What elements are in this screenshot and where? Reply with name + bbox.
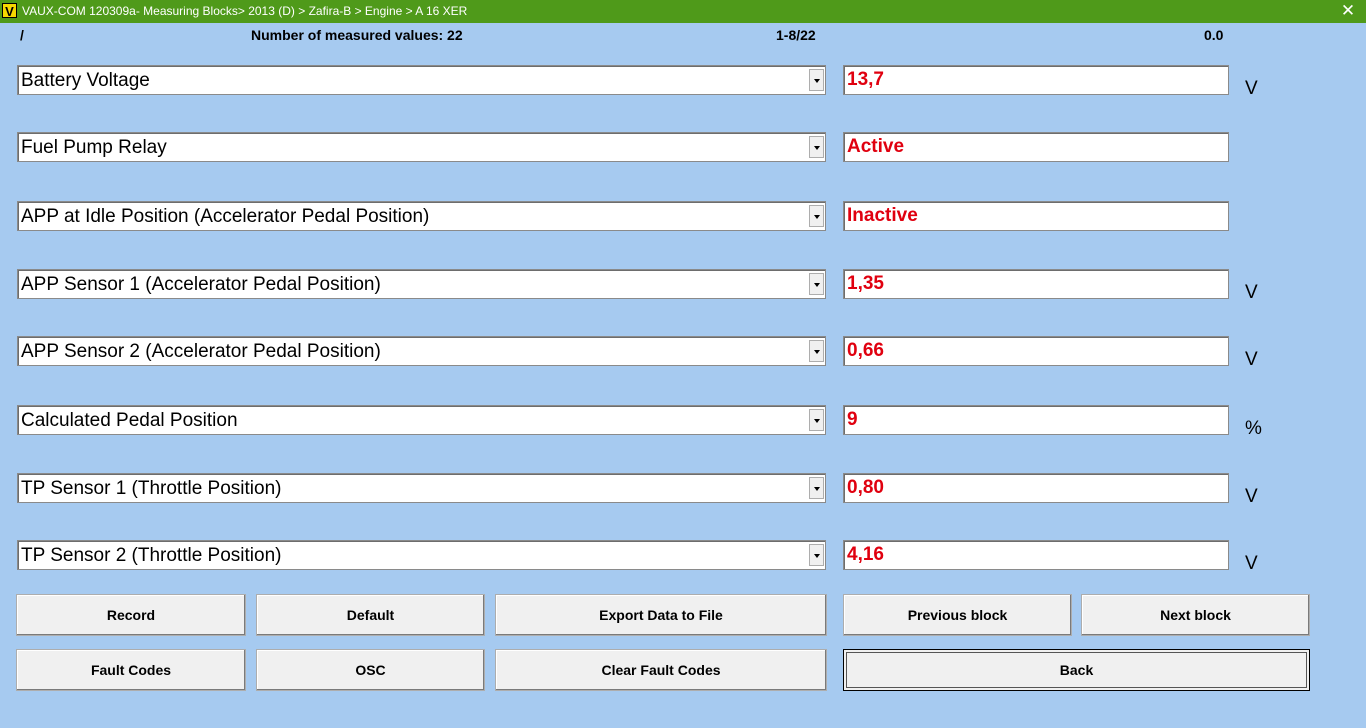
measure-row: APP Sensor 1 (Accelerator Pedal Position… — [0, 269, 1366, 303]
value-field: 9 — [843, 405, 1229, 435]
parameter-select[interactable]: APP Sensor 2 (Accelerator Pedal Position… — [17, 336, 826, 366]
parameter-label: TP Sensor 1 (Throttle Position) — [21, 478, 282, 499]
measure-row: TP Sensor 1 (Throttle Position) 0,80 V — [0, 473, 1366, 507]
parameter-select[interactable]: Fuel Pump Relay — [17, 132, 826, 162]
value-field: 13,7 — [843, 65, 1229, 95]
fault-codes-button[interactable]: Fault Codes — [16, 649, 246, 691]
value-text: 0,66 — [847, 340, 884, 361]
parameter-select[interactable]: Battery Voltage — [17, 65, 826, 95]
value-text: 4,16 — [847, 544, 884, 565]
parameter-label: APP at Idle Position (Accelerator Pedal … — [21, 206, 430, 227]
chevron-down-icon[interactable] — [809, 273, 824, 295]
default-button[interactable]: Default — [256, 594, 485, 636]
unit-label: % — [1245, 418, 1262, 439]
value-text: Inactive — [847, 205, 918, 226]
value-text: 13,7 — [847, 69, 884, 90]
chevron-down-icon[interactable] — [809, 69, 824, 91]
back-button[interactable]: Back — [843, 649, 1310, 691]
measure-row: Fuel Pump Relay Active — [0, 132, 1366, 166]
value-field: Active — [843, 132, 1229, 162]
parameter-select[interactable]: APP Sensor 1 (Accelerator Pedal Position… — [17, 269, 826, 299]
unit-label: V — [1245, 78, 1258, 99]
parameter-label: APP Sensor 2 (Accelerator Pedal Position… — [21, 341, 381, 362]
timer-readout: 0.0 — [1204, 27, 1224, 43]
parameter-select[interactable]: TP Sensor 2 (Throttle Position) — [17, 540, 826, 570]
close-icon[interactable]: ✕ — [1338, 1, 1358, 21]
unit-label: V — [1245, 282, 1258, 303]
parameter-select[interactable]: Calculated Pedal Position — [17, 405, 826, 435]
measure-row: Battery Voltage 13,7 V — [0, 65, 1366, 99]
chevron-down-icon[interactable] — [809, 205, 824, 227]
parameter-select[interactable]: APP at Idle Position (Accelerator Pedal … — [17, 201, 826, 231]
clear-fault-codes-button[interactable]: Clear Fault Codes — [495, 649, 827, 691]
parameter-label: TP Sensor 2 (Throttle Position) — [21, 545, 282, 566]
chevron-down-icon[interactable] — [809, 409, 824, 431]
measure-row: Calculated Pedal Position 9 % — [0, 405, 1366, 439]
value-text: 0,80 — [847, 477, 884, 498]
chevron-down-icon[interactable] — [809, 477, 824, 499]
chevron-down-icon[interactable] — [809, 340, 824, 362]
title-bar: V VAUX-COM 120309a- Measuring Blocks> 20… — [0, 0, 1366, 23]
value-field: 1,35 — [843, 269, 1229, 299]
value-field: Inactive — [843, 201, 1229, 231]
parameter-label: APP Sensor 1 (Accelerator Pedal Position… — [21, 274, 381, 295]
value-text: 9 — [847, 409, 858, 430]
previous-block-button[interactable]: Previous block — [843, 594, 1072, 636]
value-field: 0,80 — [843, 473, 1229, 503]
next-block-button[interactable]: Next block — [1081, 594, 1310, 636]
record-button[interactable]: Record — [16, 594, 246, 636]
chevron-down-icon[interactable] — [809, 136, 824, 158]
block-range: 1-8/22 — [776, 27, 816, 43]
app-logo-icon: V — [2, 3, 17, 19]
measure-row: TP Sensor 2 (Throttle Position) 4,16 V — [0, 540, 1366, 574]
parameter-label: Fuel Pump Relay — [21, 137, 167, 158]
unit-label: V — [1245, 349, 1258, 370]
parameter-select[interactable]: TP Sensor 1 (Throttle Position) — [17, 473, 826, 503]
value-text: 1,35 — [847, 273, 884, 294]
measure-row: APP Sensor 2 (Accelerator Pedal Position… — [0, 336, 1366, 370]
value-field: 0,66 — [843, 336, 1229, 366]
parameter-label: Battery Voltage — [21, 70, 150, 91]
unit-label: V — [1245, 486, 1258, 507]
window-title: VAUX-COM 120309a- Measuring Blocks> 2013… — [22, 4, 468, 18]
osc-button[interactable]: OSC — [256, 649, 485, 691]
unit-label: V — [1245, 553, 1258, 574]
export-data-button[interactable]: Export Data to File — [495, 594, 827, 636]
measured-values-count: Number of measured values: 22 — [251, 27, 463, 43]
path-indicator: / — [20, 27, 24, 43]
chevron-down-icon[interactable] — [809, 544, 824, 566]
value-field: 4,16 — [843, 540, 1229, 570]
measure-row: APP at Idle Position (Accelerator Pedal … — [0, 201, 1366, 235]
parameter-label: Calculated Pedal Position — [21, 410, 238, 431]
value-text: Active — [847, 136, 905, 157]
